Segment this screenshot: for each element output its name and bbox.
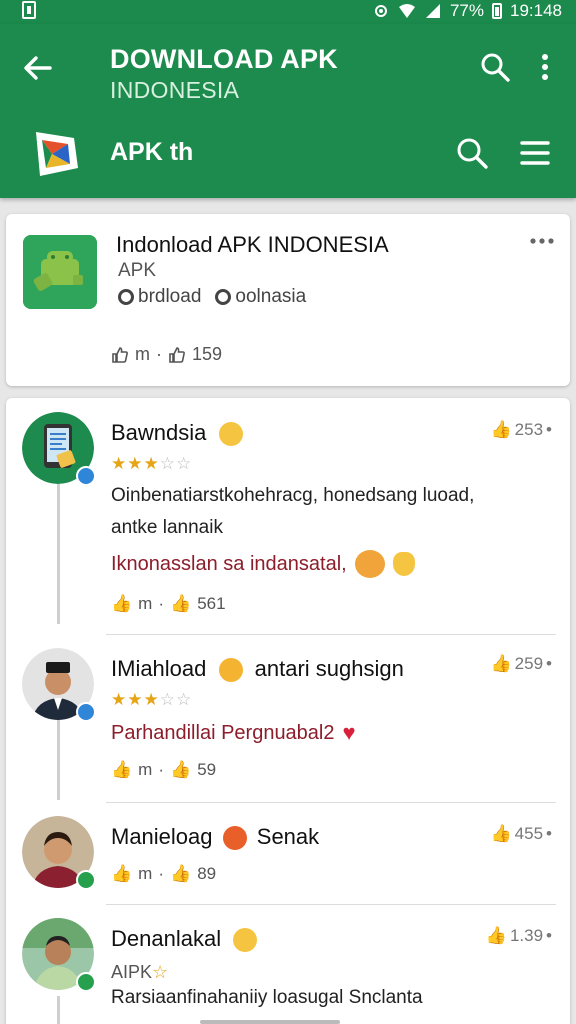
thumb-up-icon[interactable]: 👍 [111,760,132,780]
app-card[interactable]: Indonload APK INDONESIA APK brdload ooln… [6,214,570,386]
sync-icon [374,5,387,17]
like-count[interactable]: 👍 259 • [491,654,553,674]
timeline-line [57,484,60,624]
app-meta: brdload oolnasia [118,286,306,308]
thumb-up-icon[interactable]: 👍 [170,594,191,614]
reviewer-name: Denanlakal [111,926,258,953]
heart-icon: ♥ [342,720,356,745]
app-stats: m · 159 [111,344,222,365]
like-count[interactable]: 👍 253 • [491,420,553,440]
verified-icon [76,702,96,722]
review-highlight: Parhandillai Pergnuabal2 ♥ [111,720,356,745]
wifi-icon [398,4,415,18]
reviews-list: Bawndsia 👍 253 • ★★★☆☆ Oinbenatiarstkohe… [6,398,570,1024]
more-vert-icon[interactable] [532,50,558,84]
thumb-up-icon: 👍 [490,420,512,439]
thumb-up-icon[interactable] [168,346,186,364]
review-highlight: Iknonasslan sa indansatal, [111,550,415,578]
hand-emoji-icon [392,552,415,576]
review-stats: 👍 m · 👍 59 [111,760,217,780]
clock: 19:148 [510,1,562,20]
thumb-up-icon[interactable]: 👍 [111,864,132,884]
review-text: Oinbenatiarstkohehracg, honedsang luoad,… [111,485,475,538]
divider [106,904,556,905]
app-stat-1: m [135,344,150,364]
thumb-up-icon[interactable]: 👍 [170,864,191,884]
reviewer-name: Manieloag Senak [111,824,320,851]
meta-location: oolnasia [215,286,306,308]
rating-stars: ★★★☆☆ [111,690,193,709]
face-emoji-icon [218,658,243,683]
android-app-icon [23,235,97,309]
brand-name: APK th [110,138,194,166]
search-icon[interactable] [478,50,512,84]
app-name: Indonload APK INDONESIA [116,232,389,257]
notification-icon [22,1,36,19]
timeline-line [57,996,60,1024]
divider [106,802,556,803]
globe-icon [215,289,232,305]
thumb-up-icon: 👍 [485,926,507,945]
more-horiz-icon[interactable] [529,236,555,246]
app-type: APK [118,260,157,281]
signal-icon [425,4,440,18]
meta-download: brdload [118,286,201,308]
search-icon[interactable] [455,136,489,170]
fire-emoji-icon [222,826,247,851]
thumb-up-icon[interactable]: 👍 [170,760,191,780]
battery-percent: 77% [449,1,484,20]
like-count[interactable]: 👍 1.39 • [486,926,552,946]
meta-download-label: brdload [138,286,202,307]
page-subtitle: INDONESIA [110,77,240,103]
app-stat-2: 159 [192,344,223,364]
thumb-up-icon: 👍 [490,654,512,673]
title-block: DOWNLOAD APK INDONESIA [110,44,338,104]
grin-emoji-icon [233,928,258,953]
rating-stars: ★★★☆☆ [111,454,193,473]
scroll-indicator [200,1020,340,1024]
verified-icon [76,972,96,992]
review-stats: 👍 m · 👍 89 [111,864,217,884]
menu-icon[interactable] [518,138,552,168]
like-count[interactable]: 👍 455 • [491,824,553,844]
battery-icon [492,3,502,19]
app-bar: DOWNLOAD APK INDONESIA APK th [0,24,576,198]
reviewer-name: Bawndsia [111,420,243,447]
thumb-up-icon[interactable]: 👍 [111,594,132,614]
page-title: DOWNLOAD APK [110,44,338,74]
download-icon [118,289,134,305]
meta-location-label: oolnasia [235,286,307,307]
status-icons: 77% 19:148 [372,0,562,22]
dot-separator: · [156,344,162,364]
divider [106,634,556,635]
status-bar: 77% 19:148 [0,0,576,24]
reviewer-name: IMiahload antari sughsign [111,656,404,683]
apk-logo-icon [36,132,78,176]
review-text: Rarsiaanfinahaniiy loasugal Snclanta [111,987,423,1008]
star-icon: ☆ [152,962,169,982]
review-stats: 👍 m · 👍 561 [111,594,226,614]
smile-emoji-icon [218,422,243,447]
verified-icon [76,466,96,486]
laughing-emoji-icon [354,550,385,578]
verified-icon [76,870,96,890]
back-arrow-icon[interactable] [20,50,56,86]
thumb-up-icon[interactable] [111,346,129,364]
timeline-line [57,720,60,800]
thumb-up-icon: 👍 [490,824,512,843]
